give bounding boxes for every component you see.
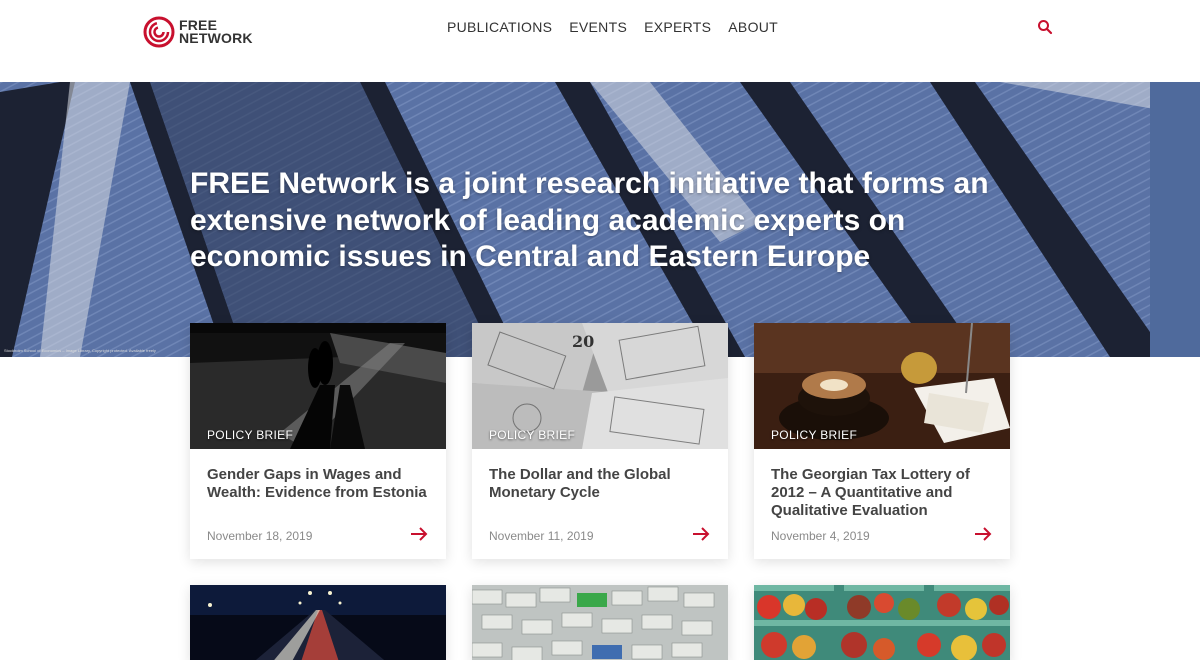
hero-title: FREE Network is a joint research initiat… xyxy=(190,167,989,273)
site-header: FREE NETWORK PUBLICATIONS EVENTS EXPERTS… xyxy=(0,0,1200,82)
card-image: 20 POLICY BRIEF xyxy=(472,323,728,449)
brand-logo[interactable]: FREE NETWORK xyxy=(143,16,253,48)
publication-card[interactable]: 20 POLICY BRIEF The Dollar and the Globa… xyxy=(472,323,728,559)
svg-text:20: 20 xyxy=(572,332,594,351)
card-image: POLICY BRIEF xyxy=(190,323,446,449)
nav-publications[interactable]: PUBLICATIONS xyxy=(447,19,552,35)
publication-card[interactable] xyxy=(754,585,1010,660)
nav-events[interactable]: EVENTS xyxy=(569,19,627,35)
card-date: November 18, 2019 xyxy=(207,529,313,543)
shipping-containers-photo xyxy=(472,585,728,660)
card-date: November 4, 2019 xyxy=(771,529,870,543)
card-body: Gender Gaps in Wages and Wealth: Evidenc… xyxy=(190,449,446,559)
search-icon[interactable] xyxy=(1037,19,1053,35)
publication-card[interactable] xyxy=(472,585,728,660)
card-date: November 11, 2019 xyxy=(489,529,594,543)
card-tag: POLICY BRIEF xyxy=(771,428,858,442)
logo-wordmark: FREE NETWORK xyxy=(179,18,253,46)
publication-card[interactable] xyxy=(190,585,446,660)
arrow-right-icon[interactable] xyxy=(974,527,992,541)
card-image: POLICY BRIEF xyxy=(754,323,1010,449)
highway-night-photo xyxy=(190,585,446,660)
nav-about[interactable]: ABOUT xyxy=(728,19,778,35)
card-title[interactable]: The Georgian Tax Lottery of 2012 – A Qua… xyxy=(771,466,993,520)
image-credit: Stockholm School of Economics – Image Li… xyxy=(4,348,156,353)
card-body: The Dollar and the Global Monetary Cycle… xyxy=(472,449,728,559)
card-title[interactable]: Gender Gaps in Wages and Wealth: Evidenc… xyxy=(207,466,429,502)
card-tag: POLICY BRIEF xyxy=(489,428,576,442)
hero-banner: FREE Network is a joint research initiat… xyxy=(0,82,1200,357)
logo-mark-icon xyxy=(143,16,175,48)
publication-card[interactable]: POLICY BRIEF Gender Gaps in Wages and We… xyxy=(190,323,446,559)
tomatoes-market-photo xyxy=(754,585,1010,660)
card-body: The Georgian Tax Lottery of 2012 – A Qua… xyxy=(754,449,1010,559)
card-title[interactable]: The Dollar and the Global Monetary Cycle xyxy=(489,466,711,502)
publication-card[interactable]: POLICY BRIEF The Georgian Tax Lottery of… xyxy=(754,323,1010,559)
arrow-right-icon[interactable] xyxy=(410,527,428,541)
logo-line-2: NETWORK xyxy=(179,30,253,46)
main-nav: PUBLICATIONS EVENTS EXPERTS ABOUT xyxy=(447,19,778,35)
card-tag: POLICY BRIEF xyxy=(207,428,294,442)
arrow-right-icon[interactable] xyxy=(692,527,710,541)
nav-experts[interactable]: EXPERTS xyxy=(644,19,711,35)
